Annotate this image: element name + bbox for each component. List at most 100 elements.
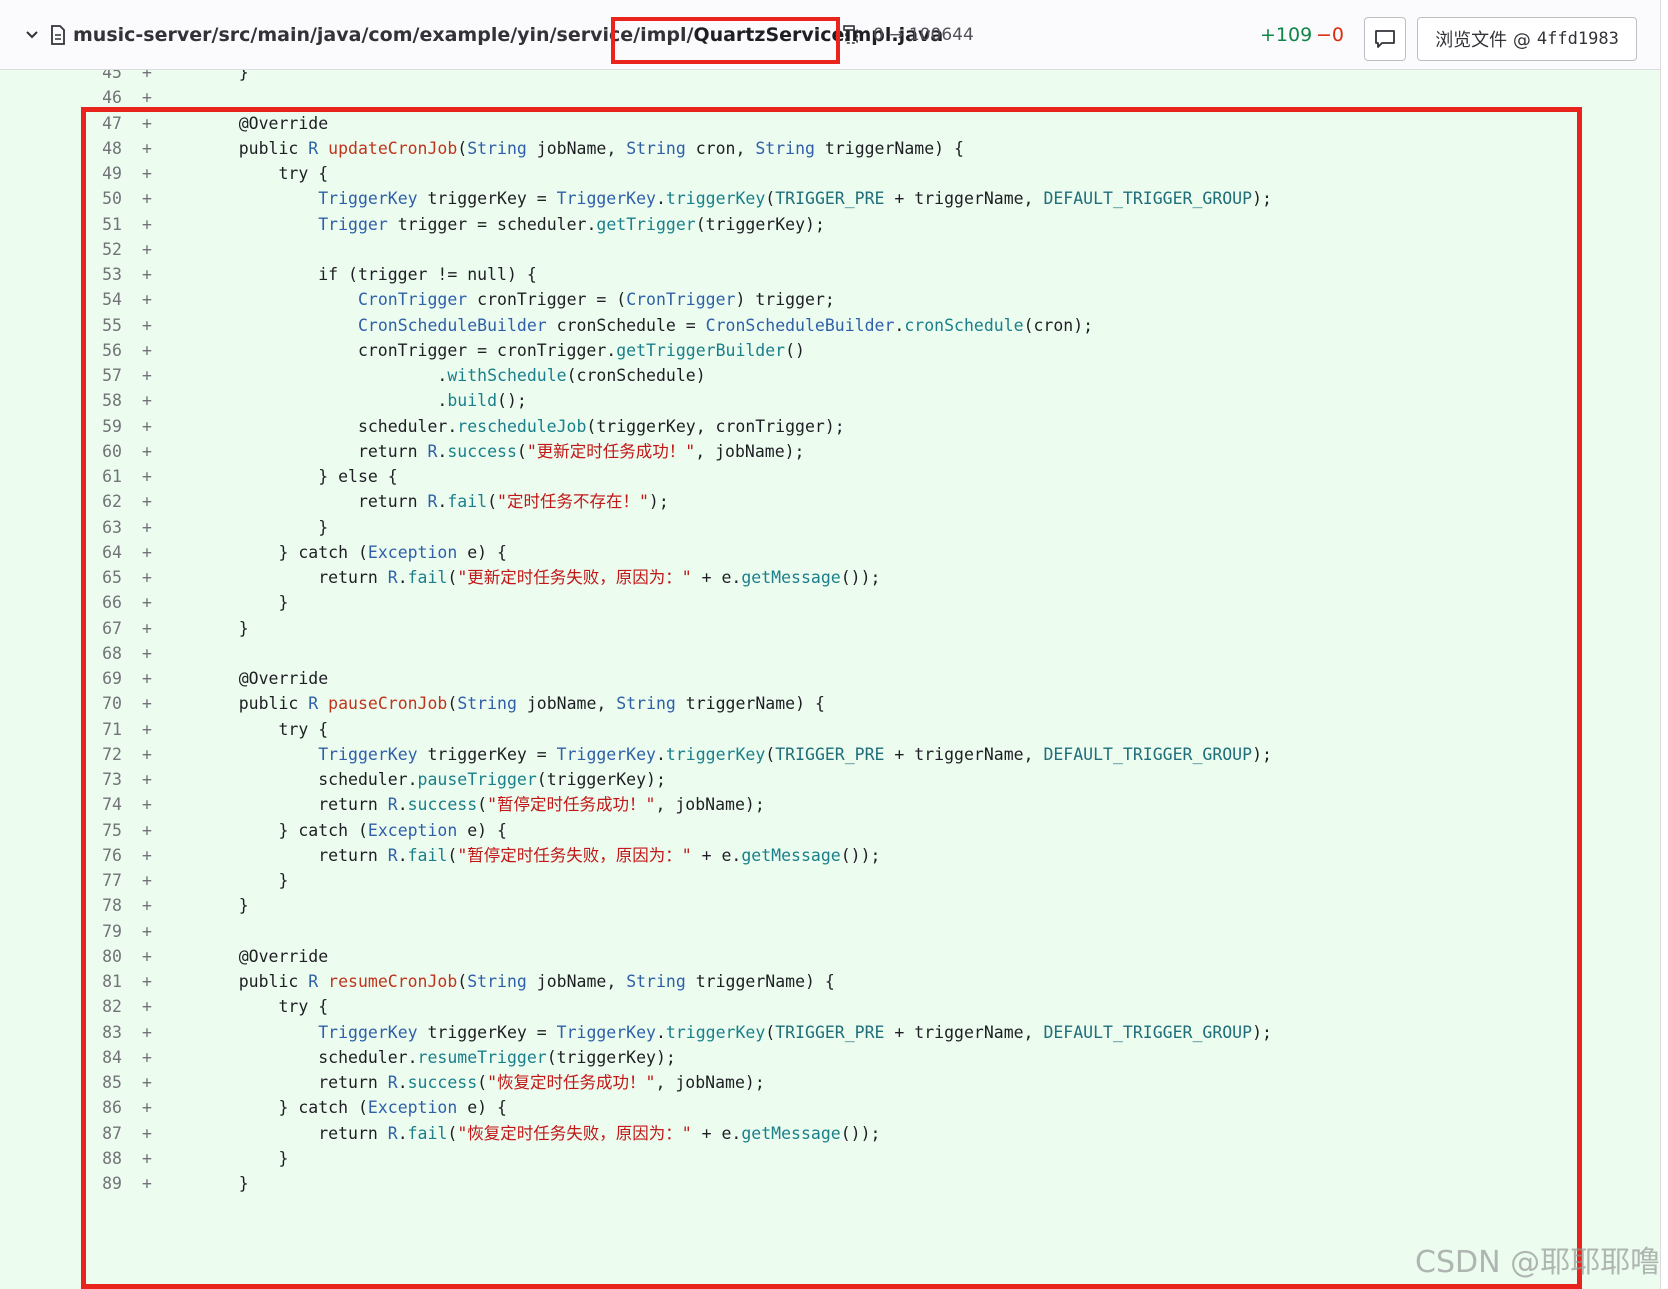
line-number[interactable]: 50 <box>70 185 122 212</box>
diff-line: 74 + return R.success("暂停定时任务成功！", jobNam… <box>0 791 1668 818</box>
code-text: return R.success("恢复定时任务成功！", jobName); <box>199 1069 765 1096</box>
added-marker: + <box>142 593 152 613</box>
code-token: . <box>437 441 448 461</box>
code-token: + triggerName, <box>884 189 1044 209</box>
code-token: CronTrigger <box>626 290 736 310</box>
added-marker: + <box>142 997 152 1017</box>
code-token: } <box>199 593 289 613</box>
line-number[interactable]: 57 <box>70 362 122 389</box>
code-token: public <box>199 972 309 991</box>
line-number[interactable]: 70 <box>70 690 122 717</box>
collapse-chevron-icon[interactable] <box>20 0 44 70</box>
code-text: return R.fail("暂停定时任务失败，原因为：" + e.getMes… <box>199 842 880 869</box>
line-number[interactable]: 74 <box>70 791 122 818</box>
diff-line: 68 + <box>0 640 1668 667</box>
added-marker: + <box>142 416 152 436</box>
line-number[interactable]: 71 <box>70 716 122 743</box>
line-number[interactable]: 60 <box>70 438 122 465</box>
line-number[interactable]: 64 <box>70 539 122 566</box>
code-token: TRIGGER_PRE <box>775 189 885 209</box>
code-token: scheduler. <box>199 1047 418 1067</box>
line-number[interactable]: 49 <box>70 160 122 187</box>
line-number[interactable]: 75 <box>70 817 122 844</box>
line-number[interactable]: 61 <box>70 463 122 490</box>
code-text: } catch (Exception e) { <box>199 1094 507 1121</box>
copy-path-icon[interactable] <box>840 0 862 70</box>
line-number[interactable]: 68 <box>70 640 122 667</box>
code-token: } <box>199 1174 249 1193</box>
line-number[interactable]: 56 <box>70 337 122 364</box>
line-number[interactable]: 67 <box>70 615 122 642</box>
line-number[interactable]: 86 <box>70 1094 122 1121</box>
code-text: cronTrigger = cronTrigger.getTriggerBuil… <box>199 337 805 364</box>
added-marker: + <box>142 845 152 865</box>
file-icon <box>48 0 68 70</box>
line-number[interactable]: 46 <box>70 84 122 111</box>
code-text: @Override <box>199 110 328 137</box>
code-token: } <box>199 1148 289 1168</box>
code-token: TriggerKey <box>556 1022 656 1042</box>
line-number[interactable]: 83 <box>70 1019 122 1046</box>
line-number[interactable]: 69 <box>70 665 122 692</box>
line-number[interactable]: 81 <box>70 968 122 995</box>
diff-line: 89 + } <box>0 1170 1668 1197</box>
line-number[interactable]: 89 <box>70 1170 122 1197</box>
line-number[interactable]: 76 <box>70 842 122 869</box>
code-token: triggerKey = <box>417 1022 557 1042</box>
line-number[interactable]: 77 <box>70 867 122 894</box>
code-token: R <box>387 845 398 865</box>
line-number[interactable]: 82 <box>70 993 122 1020</box>
line-number[interactable]: 55 <box>70 312 122 339</box>
code-text: scheduler.resumeTrigger(triggerKey); <box>199 1044 676 1071</box>
line-number[interactable]: 85 <box>70 1069 122 1096</box>
line-number[interactable]: 66 <box>70 589 122 616</box>
added-marker: + <box>142 1098 152 1118</box>
added-marker: + <box>142 618 152 638</box>
line-number[interactable]: 72 <box>70 741 122 768</box>
code-token: getTrigger <box>596 214 696 234</box>
added-marker: + <box>142 315 152 335</box>
line-number[interactable]: 53 <box>70 261 122 288</box>
code-text: TriggerKey triggerKey = TriggerKey.trigg… <box>199 1019 1272 1046</box>
added-marker: + <box>142 669 152 688</box>
line-number[interactable]: 47 <box>70 110 122 137</box>
diff-line: 86 + } catch (Exception e) { <box>0 1094 1668 1121</box>
line-number[interactable]: 84 <box>70 1044 122 1071</box>
line-number[interactable]: 79 <box>70 918 122 945</box>
line-number[interactable]: 78 <box>70 892 122 919</box>
code-token: getMessage <box>741 1123 841 1143</box>
code-token: withSchedule <box>447 366 567 385</box>
code-token: . <box>199 366 448 385</box>
line-number[interactable]: 65 <box>70 564 122 591</box>
code-text: CronTrigger cronTrigger = (CronTrigger) … <box>199 286 835 313</box>
code-token: resumeCronJob <box>328 972 458 991</box>
line-number[interactable]: 63 <box>70 514 122 541</box>
line-number[interactable]: 52 <box>70 236 122 263</box>
comment-button[interactable] <box>1364 17 1406 61</box>
code-token: "恢复定时任务失败，原因为：" <box>457 1123 692 1143</box>
code-text: try { <box>199 993 328 1020</box>
line-number[interactable]: 88 <box>70 1145 122 1172</box>
line-number[interactable]: 73 <box>70 766 122 793</box>
added-marker: + <box>142 643 152 663</box>
code-token: success <box>407 795 478 815</box>
diff-line: 75 + } catch (Exception e) { <box>0 817 1668 844</box>
line-number[interactable]: 48 <box>70 135 122 162</box>
code-token: triggerKey <box>665 1022 766 1042</box>
line-number[interactable]: 62 <box>70 488 122 515</box>
added-marker: + <box>142 795 152 815</box>
line-number[interactable]: 54 <box>70 286 122 313</box>
code-token: ()); <box>840 1123 881 1143</box>
view-file-button[interactable]: 浏览文件 @4ffd1983 <box>1417 17 1637 61</box>
line-number[interactable]: 80 <box>70 943 122 970</box>
line-number[interactable]: 87 <box>70 1120 122 1147</box>
added-marker: + <box>142 972 152 991</box>
code-token: return <box>199 845 388 865</box>
line-number[interactable]: 51 <box>70 211 122 238</box>
line-number[interactable]: 59 <box>70 413 122 440</box>
diff-line: 65 + return R.fail("更新定时任务失败，原因为：" + e.ge… <box>0 564 1668 591</box>
added-marker: + <box>142 441 152 461</box>
diff-line: 52 + <box>0 236 1668 263</box>
line-number[interactable]: 58 <box>70 387 122 414</box>
